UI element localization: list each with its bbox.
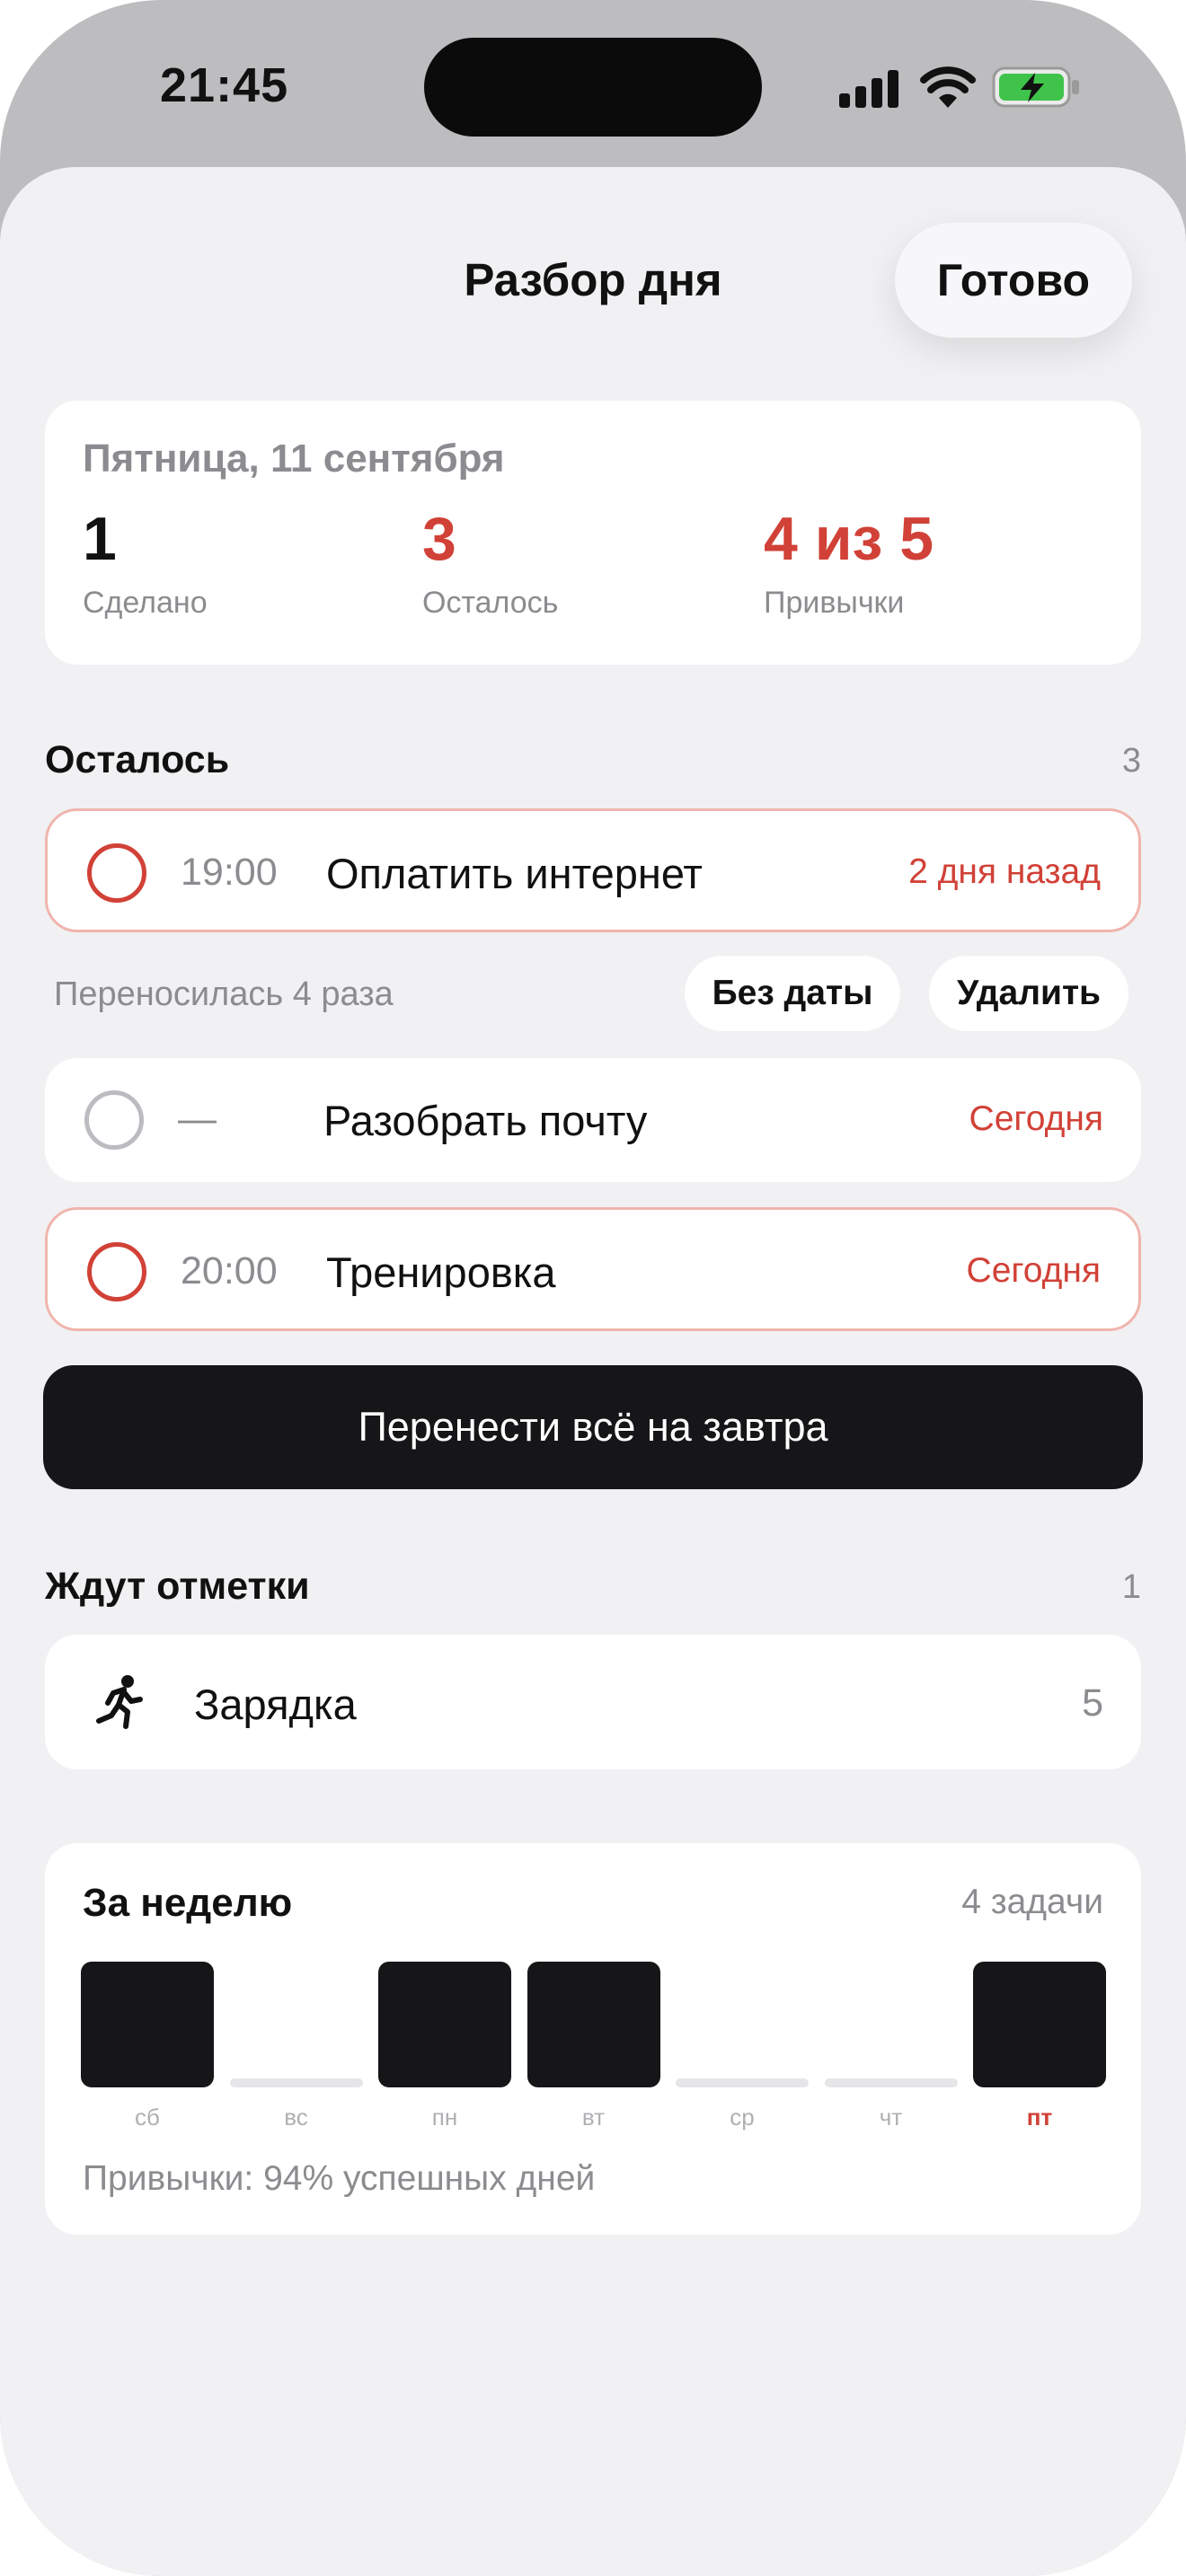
stat-done: 1 Сделано	[83, 508, 208, 621]
stat-label: Сделано	[83, 586, 208, 620]
dynamic-island	[424, 38, 762, 137]
week-bar-вс	[229, 2078, 363, 2087]
stat-value: 3	[422, 505, 456, 573]
remaining-count: 3	[1121, 742, 1141, 780]
week-day-label: вс	[284, 2104, 308, 2130]
week-day-label: ср	[730, 2104, 755, 2130]
stat-label: Привычки	[764, 586, 905, 620]
day-summary-card: Пятница, 11 сентября 1 Сделано 3 Осталос…	[45, 401, 1141, 665]
task-checkbox[interactable]	[87, 1242, 146, 1301]
task-due: Сегодня	[969, 1099, 1103, 1138]
task-due: 2 дня назад	[908, 852, 1101, 891]
task-row[interactable]: — Разобрать почту Сегодня	[45, 1058, 1141, 1182]
cellular-signal-icon	[839, 70, 898, 108]
wifi-icon	[920, 66, 976, 108]
week-bar-чт	[824, 2078, 958, 2087]
status-time: 21:45	[160, 58, 289, 112]
remaining-section-title: Осталось	[45, 738, 230, 781]
task-checkbox[interactable]	[84, 1090, 144, 1150]
task-row[interactable]: 20:00 Тренировка Сегодня	[45, 1207, 1141, 1331]
delete-button[interactable]: Удалить	[929, 956, 1128, 1031]
task-checkbox[interactable]	[87, 843, 146, 903]
task-name: Тренировка	[326, 1248, 556, 1296]
week-day-label: пт	[1026, 2104, 1053, 2130]
task-name: Оплатить интернет	[326, 850, 703, 897]
week-summary-card: За неделю 4 задачи сб вс пн вт ср чт пт Привыч…	[45, 1843, 1141, 2235]
summary-date: Пятница, 11 сентября	[83, 437, 505, 481]
task-time: 20:00	[181, 1249, 278, 1292]
habits-success-note: Привычки: 94% успешных дней	[83, 2159, 596, 2198]
week-day-label: сб	[135, 2104, 160, 2130]
week-bar-пт	[973, 1962, 1106, 2087]
awaiting-count: 1	[1121, 1568, 1141, 1606]
stat-value: 1	[83, 505, 117, 573]
postponed-note: Переносилась 4 раза	[54, 975, 394, 1013]
battery-charging-icon	[992, 66, 1079, 108]
running-icon	[96, 1675, 143, 1729]
task-time: 19:00	[181, 851, 278, 894]
review-sheet: Разбор дня Готово Пятница, 11 сентября 1…	[0, 167, 1186, 2576]
week-bar-вт	[527, 1962, 660, 2087]
habit-row[interactable]: Зарядка 5	[45, 1635, 1141, 1769]
week-bar-пн	[378, 1962, 511, 2087]
done-button[interactable]: Готово	[895, 223, 1132, 338]
task-due: Сегодня	[966, 1251, 1101, 1290]
task-name: Разобрать почту	[323, 1097, 648, 1144]
week-bar-ср	[676, 2078, 809, 2087]
habit-name: Зарядка	[194, 1681, 357, 1728]
no-date-button[interactable]: Без даты	[685, 956, 900, 1031]
awaiting-section-title: Ждут отметки	[45, 1565, 310, 1608]
week-day-labels: сб вс пн вт ср чт пт	[81, 2104, 1105, 2139]
stat-remaining: 3 Осталось	[422, 508, 558, 621]
week-bars	[81, 1962, 1106, 2087]
week-day-label: чт	[879, 2104, 903, 2130]
move-all-to-tomorrow-button[interactable]: Перенести всё на завтра	[43, 1365, 1143, 1489]
stat-value: 4 из 5	[764, 505, 934, 573]
week-day-label: пн	[431, 2104, 458, 2130]
status-bar: 21:45	[0, 0, 1186, 171]
stat-habits: 4 из 5 Привычки	[764, 508, 934, 621]
week-title: За неделю	[83, 1881, 293, 1925]
week-bar-сб	[81, 1962, 214, 2087]
week-day-label: вт	[581, 2104, 606, 2130]
habit-streak: 5	[1082, 1681, 1103, 1725]
week-task-count: 4 задачи	[961, 1883, 1103, 1921]
stat-label: Осталось	[422, 586, 559, 620]
phone-screen: 21:45 Разбор дня Готово Пятница, 11 сент…	[0, 0, 1186, 2576]
task-time: —	[178, 1098, 217, 1141]
task-row[interactable]: 19:00 Оплатить интернет 2 дня назад	[45, 808, 1141, 932]
